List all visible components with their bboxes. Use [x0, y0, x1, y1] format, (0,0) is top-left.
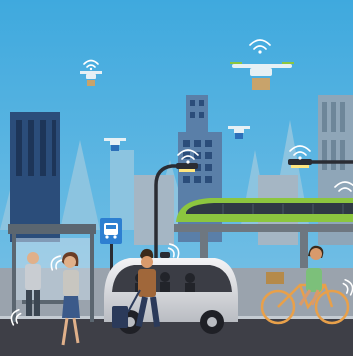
- smart-city-scene: [0, 0, 353, 356]
- road: [0, 318, 353, 356]
